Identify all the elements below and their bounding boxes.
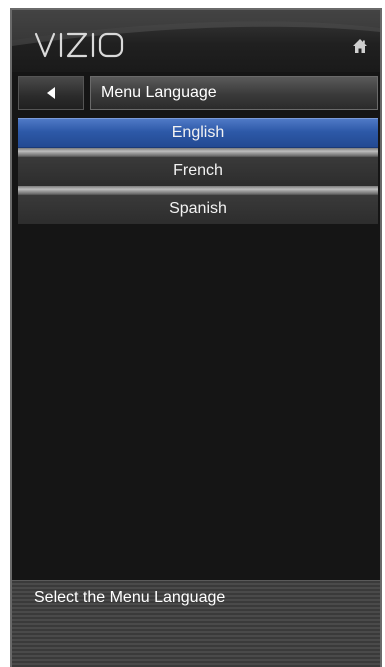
language-option-french[interactable]: French	[18, 156, 378, 186]
panel-header	[12, 10, 380, 72]
language-option-english[interactable]: English	[18, 118, 378, 148]
tv-screen: Menu Language English French Spanish Sel…	[0, 0, 385, 667]
home-icon[interactable]	[352, 38, 368, 54]
help-text: Select the Menu Language	[34, 589, 226, 606]
item-divider	[18, 186, 378, 194]
vizio-logo	[34, 32, 124, 58]
item-divider	[18, 148, 378, 156]
language-option-spanish[interactable]: Spanish	[18, 194, 378, 224]
back-button[interactable]	[18, 76, 84, 110]
page-title: Menu Language	[90, 76, 378, 110]
back-arrow-icon	[47, 87, 55, 99]
settings-panel: Menu Language English French Spanish Sel…	[10, 8, 382, 667]
nav-row: Menu Language	[18, 76, 378, 110]
